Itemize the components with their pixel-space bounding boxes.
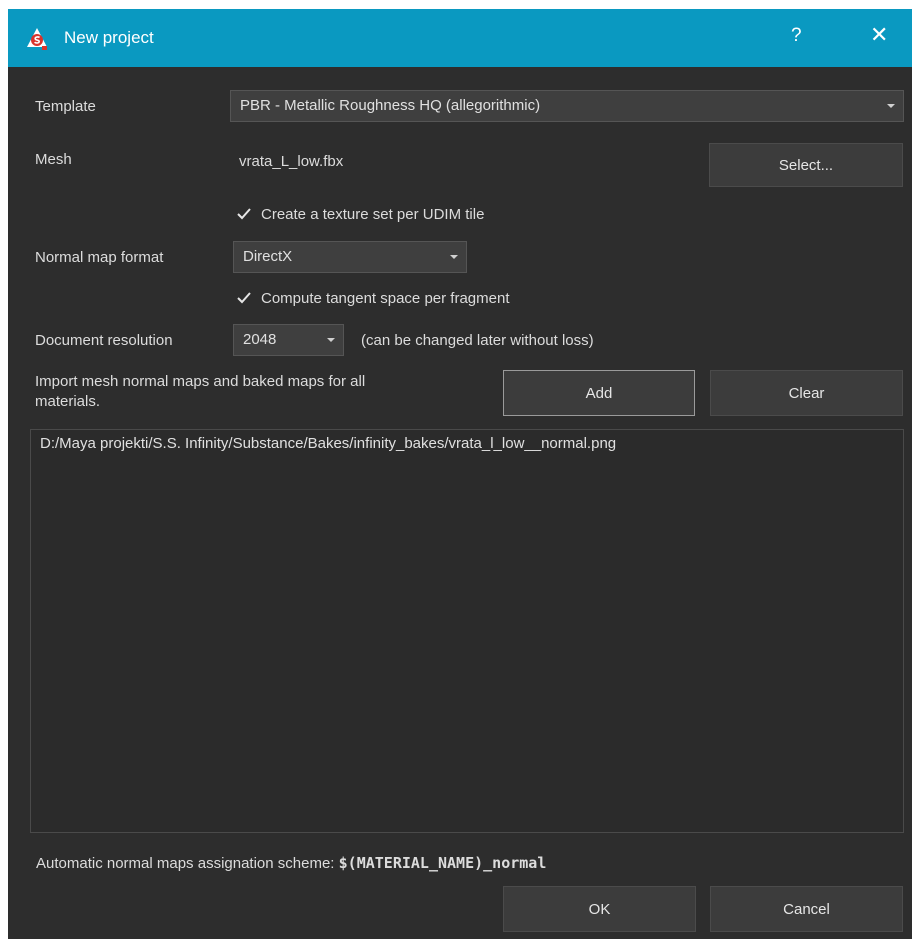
tangent-space-checkbox[interactable]: Compute tangent space per fragment (235, 289, 509, 307)
checkmark-icon (237, 292, 251, 304)
mesh-filename: vrata_L_low.fbx (239, 153, 344, 170)
help-button[interactable]: ? (791, 25, 802, 47)
normal-map-format-value: DirectX (243, 248, 293, 265)
triangle-down-icon (327, 338, 335, 342)
document-resolution-label: Document resolution (35, 332, 173, 349)
assignation-scheme-label: Automatic normal maps assignation scheme… (36, 855, 335, 872)
udim-checkbox-label: Create a texture set per UDIM tile (261, 205, 485, 223)
substance-painter-logo-icon (27, 28, 47, 50)
dialog-body: Template PBR - Metallic Roughness HQ (al… (8, 67, 912, 939)
new-project-dialog: New project ? ✕ Template PBR - Metallic … (8, 9, 912, 939)
title-bar: New project ? ✕ (8, 9, 912, 67)
normal-map-format-dropdown[interactable]: DirectX (233, 241, 467, 273)
close-button[interactable]: ✕ (870, 22, 888, 48)
imported-maps-list[interactable]: D:/Maya projekti/S.S. Infinity/Substance… (30, 429, 904, 833)
clear-button[interactable]: Clear (710, 370, 903, 416)
document-resolution-dropdown[interactable]: 2048 (233, 324, 344, 356)
import-maps-label-line2: materials. (35, 393, 101, 410)
triangle-down-icon (450, 255, 458, 259)
list-item[interactable]: D:/Maya projekti/S.S. Infinity/Substance… (40, 435, 616, 452)
mesh-label: Mesh (35, 151, 72, 168)
template-value: PBR - Metallic Roughness HQ (allegorithm… (240, 97, 541, 114)
triangle-down-icon (887, 104, 895, 108)
udim-checkbox[interactable]: Create a texture set per UDIM tile (235, 205, 484, 223)
import-maps-label-line1: Import mesh normal maps and baked maps f… (35, 373, 366, 390)
assignation-scheme: Automatic normal maps assignation scheme… (36, 854, 546, 872)
template-dropdown[interactable]: PBR - Metallic Roughness HQ (allegorithm… (230, 90, 904, 122)
checkmark-icon (237, 208, 251, 220)
normal-map-format-label: Normal map format (35, 249, 164, 266)
select-mesh-button[interactable]: Select... (709, 143, 903, 187)
add-button[interactable]: Add (503, 370, 695, 416)
dialog-title: New project (64, 28, 154, 47)
cancel-button[interactable]: Cancel (710, 886, 903, 932)
tangent-space-checkbox-label: Compute tangent space per fragment (261, 289, 510, 307)
template-label: Template (35, 98, 96, 115)
assignation-scheme-value: $(MATERIAL_NAME)_normal (338, 854, 547, 872)
document-resolution-value: 2048 (243, 331, 277, 348)
resolution-note: (can be changed later without loss) (361, 332, 594, 349)
ok-button[interactable]: OK (503, 886, 696, 932)
